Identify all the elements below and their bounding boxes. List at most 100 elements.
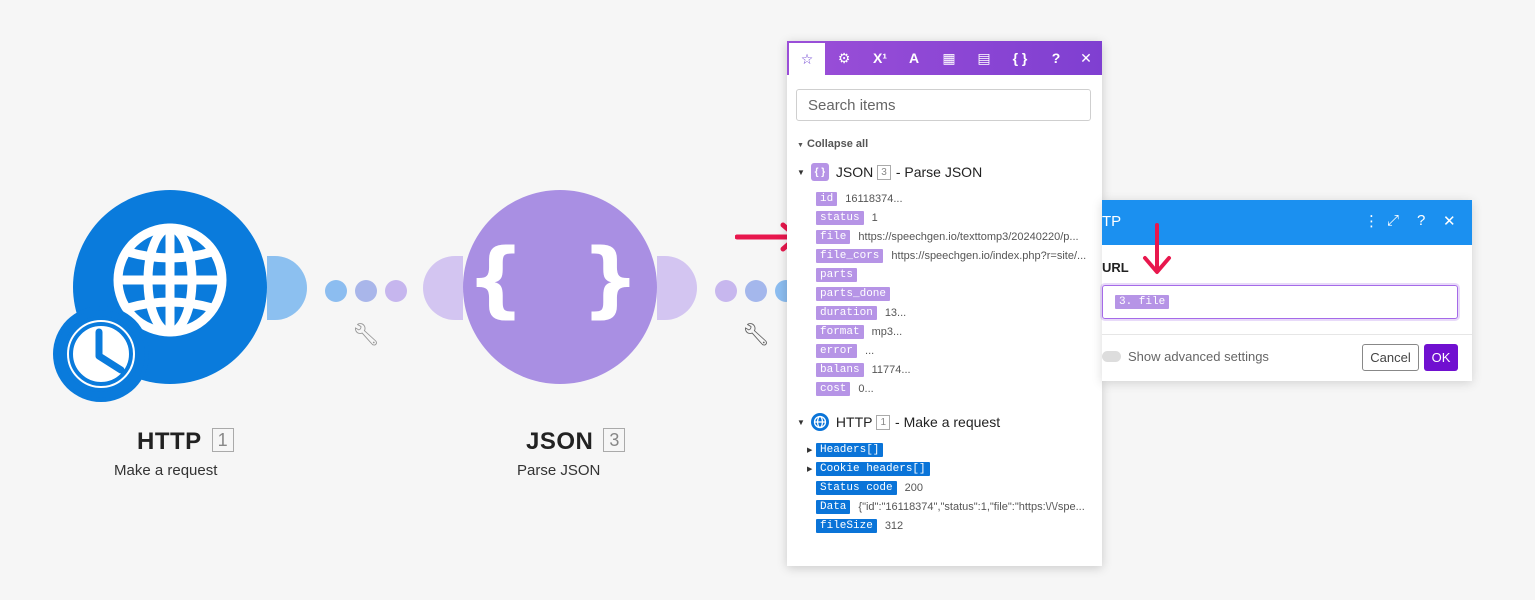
json-module-connector-in — [423, 256, 463, 320]
braces-icon: { } — [466, 232, 654, 327]
json-item-parts[interactable]: parts — [816, 268, 865, 282]
braces-icon: { } — [810, 163, 829, 181]
json-module-connector-out — [657, 256, 697, 320]
group-name: JSON — [835, 164, 874, 180]
http-item-status-code[interactable]: Status code 200 — [816, 481, 923, 495]
json-group-header[interactable]: ▼ { } JSON 3 - Parse JSON — [797, 163, 982, 181]
item-value: https://speechgen.io/texttomp3/20240220/… — [858, 231, 1079, 243]
dialog-title: TP — [1102, 213, 1122, 230]
collapse-all-link[interactable]: ▼ Collapse all — [797, 138, 868, 150]
item-value: 312 — [884, 520, 904, 532]
divider — [1102, 334, 1472, 335]
item-value: 13... — [884, 307, 907, 319]
item-value: {"id":"16118374","status":1,"file":"http… — [858, 501, 1085, 513]
item-key: balans — [816, 363, 864, 377]
http-item-filesize[interactable]: fileSize 312 — [816, 519, 903, 533]
advanced-settings-toggle[interactable] — [1102, 351, 1121, 362]
cancel-button[interactable]: Cancel — [1362, 344, 1419, 371]
url-input[interactable]: 3. file — [1102, 285, 1458, 319]
calendar-icon[interactable]: ▦ — [933, 41, 965, 75]
item-key: Headers[] — [816, 443, 884, 457]
help-icon[interactable]: ? — [1045, 41, 1067, 75]
group-number: 1 — [876, 414, 891, 430]
help-icon[interactable]: ? — [1417, 212, 1425, 229]
module-number-badge: 3 — [603, 428, 626, 452]
braces-icon[interactable]: { } — [1004, 41, 1036, 75]
item-value: 200 — [904, 482, 923, 494]
gear-icon[interactable]: ⚙ — [828, 41, 860, 75]
group-name: HTTP — [835, 414, 873, 430]
json-item-balans[interactable]: balans 11774... — [816, 363, 911, 377]
json-item-file-cors[interactable]: file_cors https://speechgen.io/index.php… — [816, 249, 1096, 263]
item-key: parts_done — [816, 287, 891, 301]
item-value: mp3... — [871, 326, 903, 338]
url-label: URL — [1102, 260, 1129, 275]
item-key: cost — [816, 382, 851, 396]
advanced-settings-label: Show advanced settings — [1128, 349, 1269, 364]
caret-down-icon: ▼ — [797, 167, 805, 177]
item-key: Status code — [816, 481, 897, 495]
expand-triangle-icon[interactable]: ▶ — [807, 446, 812, 454]
item-key: status — [816, 211, 864, 225]
json-module-title: JSON 3 — [526, 428, 626, 456]
wrench-icon[interactable]: 🔧︎ — [352, 322, 380, 348]
route-dot — [715, 280, 737, 302]
close-icon[interactable]: ✕ — [1075, 41, 1097, 75]
http-item-cookie-headers[interactable]: Cookie headers[] — [816, 462, 930, 476]
json-module[interactable]: { } — [463, 190, 657, 384]
http-module-title: HTTP 1 — [137, 428, 234, 456]
item-key: file — [816, 230, 851, 244]
caret-down-icon: ▼ — [797, 417, 805, 427]
more-vertical-icon[interactable]: ⋮ — [1364, 212, 1379, 230]
globe-icon — [810, 413, 829, 431]
collapse-all-label: Collapse all — [807, 138, 869, 150]
json-item-file[interactable]: file https://speechgen.io/texttomp3/2024… — [816, 230, 1096, 244]
json-item-format[interactable]: format mp3... — [816, 325, 902, 339]
item-value: 1 — [871, 212, 878, 224]
module-title: JSON — [526, 428, 594, 455]
item-key: Cookie headers[] — [816, 462, 930, 476]
mapped-value-pill[interactable]: 3. file — [1115, 295, 1170, 309]
red-arrow-down — [1143, 223, 1171, 274]
group-label: - Parse JSON — [895, 164, 983, 180]
item-key: parts — [816, 268, 858, 282]
text-icon[interactable]: A — [898, 41, 930, 75]
http-module-subtitle: Make a request — [114, 462, 218, 479]
item-value: https://speechgen.io/index.php?r=site/..… — [891, 250, 1087, 262]
http-group-header[interactable]: ▼ HTTP 1 - Make a request — [797, 413, 1000, 431]
item-key: Data — [816, 500, 851, 514]
json-item-status[interactable]: status 1 — [816, 211, 878, 225]
mapping-toolbar: ☆ ⚙ X¹ A ▦ ▤ { } ? ✕ — [787, 41, 1102, 75]
route-dot — [385, 280, 407, 302]
superscript-icon[interactable]: X¹ — [864, 41, 896, 75]
group-number: 3 — [877, 164, 891, 180]
route-dot — [745, 280, 767, 302]
mapping-panel: ☆ ⚙ X¹ A ▦ ▤ { } ? ✕ ▼ Collapse all ▼ { … — [787, 41, 1102, 566]
route-dot — [325, 280, 347, 302]
json-module-subtitle: Parse JSON — [517, 462, 601, 479]
json-item-cost[interactable]: cost 0... — [816, 382, 874, 396]
json-item-parts-done[interactable]: parts_done — [816, 287, 898, 301]
module-number-badge: 1 — [211, 428, 234, 452]
ok-button[interactable]: OK — [1424, 344, 1458, 371]
expand-triangle-icon[interactable]: ▶ — [807, 465, 812, 473]
json-item-error[interactable]: error ... — [816, 344, 874, 358]
item-key: format — [816, 325, 864, 339]
json-item-duration[interactable]: duration 13... — [816, 306, 906, 320]
item-value: 16118374... — [845, 193, 903, 205]
http-item-headers[interactable]: Headers[] — [816, 443, 884, 457]
close-icon[interactable]: ✕ — [1443, 212, 1456, 230]
item-value: 0... — [858, 383, 874, 395]
http-item-data[interactable]: Data {"id":"16118374","status":1,"file":… — [816, 500, 1096, 514]
expand-icon[interactable]: ⤢ — [1387, 212, 1399, 229]
clock-icon[interactable] — [53, 306, 149, 402]
item-key: id — [816, 192, 838, 206]
search-input[interactable] — [796, 89, 1091, 121]
star-icon[interactable]: ☆ — [789, 43, 825, 75]
item-key: duration — [816, 306, 877, 320]
module-title: HTTP — [137, 428, 202, 455]
table-icon[interactable]: ▤ — [968, 41, 1000, 75]
wrench-icon[interactable]: 🔧︎ — [742, 322, 770, 348]
json-item-id[interactable]: id 16118374... — [816, 192, 903, 206]
group-label: - Make a request — [895, 414, 1001, 430]
